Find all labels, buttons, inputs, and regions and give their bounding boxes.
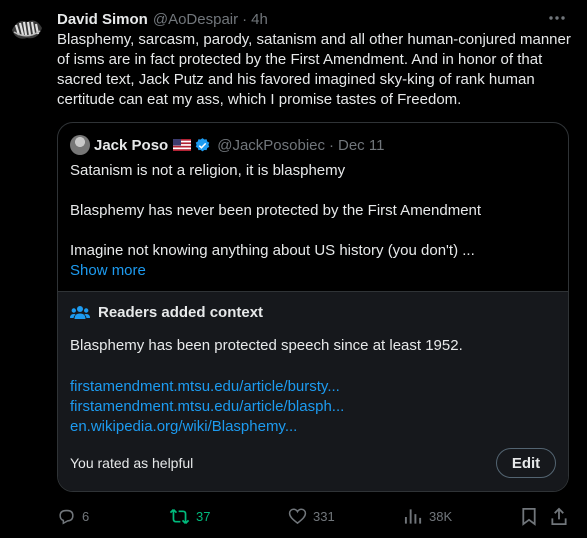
quoted-line: Blasphemy has never been protected by th… <box>70 202 482 219</box>
action-bar: 6 37 331 38K <box>57 504 569 528</box>
repost-icon <box>169 508 190 524</box>
quoted-post[interactable]: Jack Poso @JackPosobiec · Dec 11 Satanis… <box>57 122 569 492</box>
community-note: Readers added context Blasphemy has been… <box>58 291 568 491</box>
author-avatar[interactable] <box>8 10 46 48</box>
reply-button[interactable]: 6 <box>57 504 89 528</box>
post-header: David Simon @AoDespair · 4h <box>57 9 547 29</box>
bookmark-button[interactable] <box>521 504 543 528</box>
quoted-separator: · <box>329 136 334 154</box>
community-note-text: Blasphemy has been protected speech sinc… <box>70 337 463 354</box>
quoted-line: Imagine not knowing anything about US hi… <box>70 242 475 259</box>
quoted-header: Jack Poso @JackPosobiec · Dec 11 <box>70 135 384 155</box>
author-handle[interactable]: @AoDespair <box>153 11 238 28</box>
repost-button[interactable]: 37 <box>169 504 210 528</box>
people-icon <box>70 305 90 319</box>
views-icon <box>404 509 422 524</box>
quoted-author-handle: @JackPosobiec <box>217 136 325 154</box>
source-link[interactable]: firstamendment.mtsu.edu/article/bursty..… <box>70 377 344 397</box>
quoted-text: Satanism is not a religion, it is blasph… <box>70 161 550 281</box>
rated-status: You rated as helpful <box>70 455 194 471</box>
post-text: Blasphemy, sarcasm, parody, satanism and… <box>57 31 571 108</box>
author-name[interactable]: David Simon <box>57 11 148 28</box>
bookmark-icon <box>522 507 536 526</box>
more-options-icon[interactable] <box>545 8 569 28</box>
quoted-date: Dec 11 <box>338 136 385 154</box>
like-count: 331 <box>313 508 335 524</box>
reply-count: 6 <box>82 508 90 524</box>
share-button[interactable] <box>550 504 574 528</box>
separator: · <box>242 10 248 28</box>
repost-count: 37 <box>196 508 211 524</box>
community-note-title: Readers added context <box>70 304 263 321</box>
like-button[interactable]: 331 <box>288 504 335 528</box>
show-more-link[interactable]: Show more <box>70 261 550 281</box>
heart-icon <box>288 508 307 525</box>
community-note-title-text: Readers added context <box>98 304 264 321</box>
views-button[interactable]: 38K <box>404 504 452 528</box>
share-icon <box>551 507 567 525</box>
post-time[interactable]: 4h <box>251 11 268 28</box>
community-note-links: firstamendment.mtsu.edu/article/bursty..… <box>70 377 344 437</box>
quoted-avatar <box>70 135 90 155</box>
quoted-line: Satanism is not a religion, it is blasph… <box>70 162 346 179</box>
reply-icon <box>59 509 74 524</box>
view-count: 38K <box>429 508 453 524</box>
edit-rating-button[interactable]: Edit <box>496 448 556 478</box>
verified-badge-icon <box>194 137 211 154</box>
us-flag-icon <box>173 139 192 151</box>
source-link[interactable]: en.wikipedia.org/wiki/Blasphemy... <box>70 417 344 437</box>
quoted-author-name: Jack Poso <box>94 136 169 154</box>
source-link[interactable]: firstamendment.mtsu.edu/article/blasph..… <box>70 397 344 417</box>
